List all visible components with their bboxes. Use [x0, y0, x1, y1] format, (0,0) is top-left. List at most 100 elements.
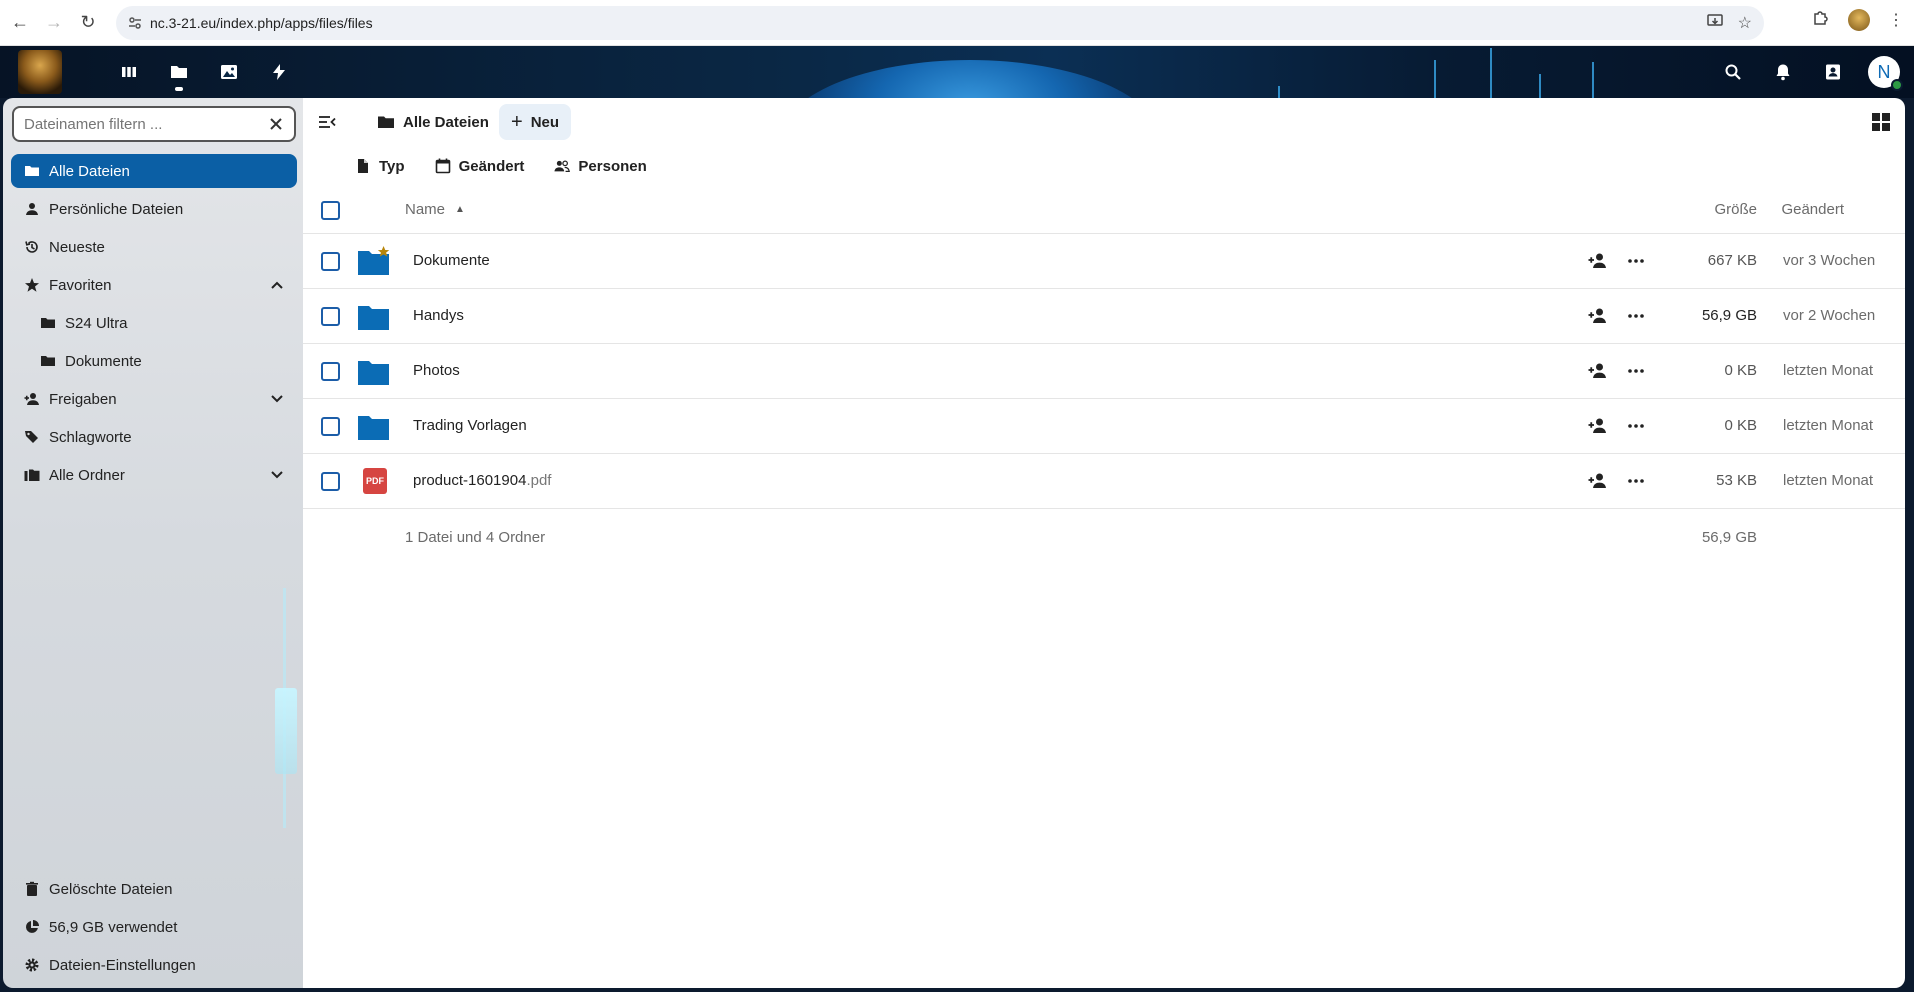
table-row[interactable]: Handys 56,9 GB vor 2 Wochen	[303, 289, 1905, 344]
folder-icon	[378, 116, 394, 128]
table-header: Name ▲ Größe Geändert	[303, 186, 1905, 234]
row-checkbox[interactable]	[321, 417, 340, 436]
contacts-icon[interactable]	[1808, 46, 1858, 98]
navigation-sidebar: Alle Dateien Persönliche Dateien Neueste…	[3, 98, 303, 988]
table-row[interactable]: Dokumente 667 KB vor 3 Wochen	[303, 234, 1905, 289]
sidebar-item-recent[interactable]: Neueste	[11, 230, 297, 264]
folder-icon	[358, 306, 389, 330]
notifications-bell-icon[interactable]	[1758, 46, 1808, 98]
breadcrumb-label: Alle Dateien	[403, 113, 489, 131]
folder-icon	[358, 361, 389, 385]
folders-icon	[21, 464, 43, 486]
sidebar-scrollbar-thumb[interactable]	[275, 688, 297, 774]
column-header-name-label: Name	[405, 201, 446, 218]
filter-modified[interactable]: Geändert	[435, 157, 525, 175]
file-size: 0 KB	[1724, 417, 1757, 434]
share-icon[interactable]	[1587, 470, 1609, 492]
sidebar-item-all-files[interactable]: Alle Dateien	[11, 154, 297, 188]
plus-icon: +	[511, 110, 523, 133]
sidebar-item-label: Schlagworte	[49, 428, 132, 446]
star-icon	[21, 274, 43, 296]
photos-app-icon[interactable]	[204, 46, 254, 98]
row-checkbox[interactable]	[321, 252, 340, 271]
filter-people[interactable]: Personen	[554, 158, 647, 175]
share-icon[interactable]	[1587, 360, 1609, 382]
table-row[interactable]: PDF product-1601904.pdf 53 KB letzten Mo…	[303, 454, 1905, 509]
chevron-down-icon[interactable]	[267, 465, 287, 485]
breadcrumb-all-files[interactable]: Alle Dateien	[369, 106, 497, 138]
file-name[interactable]: Dokumente	[413, 252, 490, 269]
table-row[interactable]: Trading Vorlagen 0 KB letzten Monat	[303, 399, 1905, 454]
share-icon[interactable]	[1587, 415, 1609, 437]
row-checkbox[interactable]	[321, 472, 340, 491]
user-avatar[interactable]: N	[1868, 56, 1903, 91]
browser-toolbar: ← → ↻ nc.3-21.eu/index.php/apps/files/fi…	[0, 0, 1914, 46]
sidebar-item-label: Alle Ordner	[49, 466, 125, 484]
share-icon[interactable]	[1587, 250, 1609, 272]
chevron-up-icon[interactable]	[267, 275, 287, 295]
storage-quota[interactable]: 56,9 GB verwendet	[11, 910, 297, 944]
url-text[interactable]: nc.3-21.eu/index.php/apps/files/files	[150, 15, 373, 31]
sidebar-item-favorite-dokumente[interactable]: Dokumente	[11, 344, 297, 378]
browser-menu-icon[interactable]: ⋮	[1888, 10, 1904, 30]
address-bar[interactable]: nc.3-21.eu/index.php/apps/files/files ☆	[116, 6, 1764, 40]
select-all-checkbox[interactable]	[321, 201, 340, 220]
instance-logo[interactable]	[18, 50, 62, 94]
file-name[interactable]: Trading Vorlagen	[413, 417, 527, 434]
sidebar-item-label: Persönliche Dateien	[49, 200, 184, 218]
sidebar-item-shares[interactable]: Freigaben	[11, 382, 297, 416]
file-name[interactable]: Photos	[413, 362, 460, 379]
search-icon[interactable]	[1708, 46, 1758, 98]
header-background-globe	[780, 60, 1160, 98]
folder-icon	[37, 350, 59, 372]
file-name[interactable]: Handys	[413, 307, 464, 324]
app-header: N	[0, 46, 1914, 98]
back-button[interactable]: ←	[6, 9, 34, 37]
filter-type[interactable]: Typ	[355, 158, 405, 175]
sidebar-item-favorite-s24-ultra[interactable]: S24 Ultra	[11, 306, 297, 340]
row-checkbox[interactable]	[321, 307, 340, 326]
table-row[interactable]: Photos 0 KB letzten Monat	[303, 344, 1905, 399]
reload-button[interactable]: ↻	[74, 9, 102, 37]
filename-filter-input[interactable]	[24, 115, 264, 133]
sidebar-item-files-settings[interactable]: Dateien-Einstellungen	[11, 948, 297, 982]
more-actions-icon[interactable]	[1625, 470, 1647, 492]
sidebar-item-personal-files[interactable]: Persönliche Dateien	[11, 192, 297, 226]
sidebar-item-tags[interactable]: Schlagworte	[11, 420, 297, 454]
column-header-modified[interactable]: Geändert	[1781, 201, 1844, 218]
close-icon[interactable]	[266, 114, 286, 134]
file-size: 53 KB	[1716, 472, 1757, 489]
extensions-icon[interactable]	[1812, 8, 1830, 31]
more-actions-icon[interactable]	[1625, 415, 1647, 437]
site-settings-icon[interactable]	[120, 15, 150, 31]
chevron-down-icon[interactable]	[267, 389, 287, 409]
sidebar-nav: Alle Dateien Persönliche Dateien Neueste…	[11, 154, 297, 496]
more-actions-icon[interactable]	[1625, 305, 1647, 327]
more-actions-icon[interactable]	[1625, 360, 1647, 382]
sidebar-item-favorites[interactable]: Favoriten	[11, 268, 297, 302]
install-app-icon[interactable]	[1706, 12, 1724, 35]
filter-modified-label: Geändert	[458, 157, 525, 175]
share-icon[interactable]	[1587, 305, 1609, 327]
toggle-navigation-button[interactable]	[313, 108, 341, 136]
more-actions-icon[interactable]	[1625, 250, 1647, 272]
new-button[interactable]: + Neu	[499, 104, 572, 140]
sidebar-item-label: Neueste	[49, 238, 105, 256]
row-checkbox[interactable]	[321, 362, 340, 381]
sidebar-item-all-folders[interactable]: Alle Ordner	[11, 458, 297, 492]
column-header-name[interactable]: Name ▲	[405, 201, 465, 218]
forward-button[interactable]: →	[40, 9, 68, 37]
file-name[interactable]: product-1601904.pdf	[413, 472, 551, 489]
dashboard-app-icon[interactable]	[104, 46, 154, 98]
storage-quota-label: 56,9 GB verwendet	[49, 918, 178, 936]
online-status-indicator	[1891, 79, 1903, 91]
bookmark-star-icon[interactable]: ☆	[1738, 13, 1752, 33]
activity-app-icon[interactable]	[254, 46, 304, 98]
filename-filter[interactable]	[12, 106, 296, 142]
browser-profile-avatar[interactable]	[1848, 8, 1870, 31]
sidebar-item-trash[interactable]: Gelöschte Dateien	[11, 872, 297, 906]
files-app-icon[interactable]	[154, 46, 204, 98]
column-header-size[interactable]: Größe	[1714, 201, 1757, 218]
grid-view-toggle[interactable]	[1869, 110, 1893, 134]
summary-count: 1 Datei und 4 Ordner	[405, 529, 546, 546]
